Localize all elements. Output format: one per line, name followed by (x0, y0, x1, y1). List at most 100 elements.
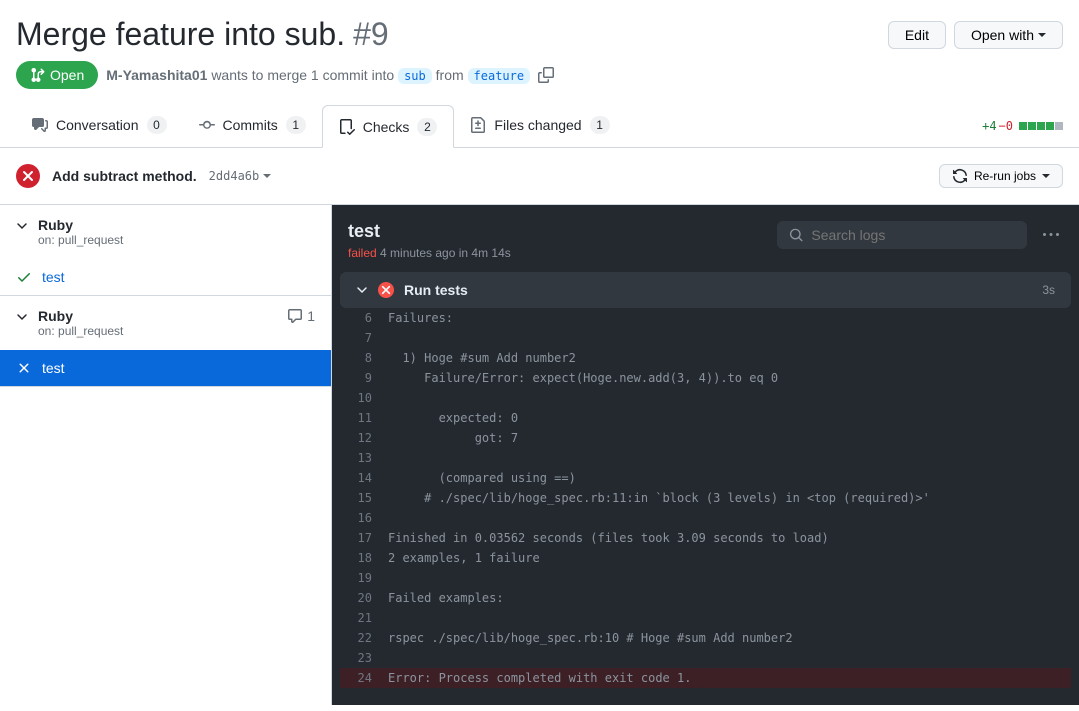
comment-discussion-icon (32, 117, 48, 133)
search-logs-input[interactable] (811, 227, 1015, 243)
search-logs[interactable] (777, 221, 1027, 249)
line-number: 15 (340, 488, 388, 508)
step-name: Run tests (404, 282, 468, 298)
step-duration: 3s (1042, 283, 1055, 297)
tab-checks[interactable]: Checks 2 (322, 105, 455, 148)
workflow-trigger: on: pull_request (38, 324, 123, 338)
log-line: 17Finished in 0.03562 seconds (files too… (340, 528, 1071, 548)
workflow-header-2[interactable]: Ruby on: pull_request 1 (0, 296, 331, 350)
chevron-down-icon (16, 220, 28, 232)
line-number: 12 (340, 428, 388, 448)
log-lines[interactable]: 6Failures:78 1) Hoge #sum Add number29 F… (340, 308, 1071, 696)
line-content: Failure/Error: expect(Hoge.new.add(3, 4)… (388, 368, 778, 388)
log-status: failed 4 minutes ago in 4m 14s (348, 246, 511, 260)
diffstat: +4 −0 (982, 119, 1063, 133)
log-line: 9 Failure/Error: expect(Hoge.new.add(3, … (340, 368, 1071, 388)
commits-count: 1 (286, 116, 306, 134)
line-content: # ./spec/lib/hoge_spec.rb:11:in `block (… (388, 488, 930, 508)
line-number: 21 (340, 608, 388, 628)
line-number: 17 (340, 528, 388, 548)
edit-button[interactable]: Edit (888, 21, 946, 49)
rerun-jobs-button[interactable]: Re-run jobs (939, 164, 1063, 188)
log-line: 8 1) Hoge #sum Add number2 (340, 348, 1071, 368)
tab-conversation[interactable]: Conversation 0 (16, 105, 183, 147)
caret-down-icon (1042, 172, 1050, 180)
diff-additions: +4 (982, 119, 996, 133)
log-line: 22rspec ./spec/lib/hoge_spec.rb:10 # Hog… (340, 628, 1071, 648)
chevron-down-icon (16, 311, 28, 323)
state-badge: Open (16, 61, 98, 89)
line-content: 2 examples, 1 failure (388, 548, 540, 568)
open-with-button[interactable]: Open with (954, 21, 1063, 49)
line-number: 20 (340, 588, 388, 608)
line-number: 10 (340, 388, 388, 408)
kebab-menu[interactable] (1039, 223, 1063, 247)
tab-checks-label: Checks (363, 119, 410, 135)
checks-count: 2 (417, 118, 437, 136)
log-area: test failed 4 minutes ago in 4m 14s Run (332, 205, 1079, 705)
author-link[interactable]: M-Yamashita01 (106, 67, 207, 83)
log-line: 182 examples, 1 failure (340, 548, 1071, 568)
job-name: test (42, 360, 65, 376)
caret-down-icon (1038, 31, 1046, 39)
log-line: 19 (340, 568, 1071, 588)
line-number: 19 (340, 568, 388, 588)
diff-deletions: −0 (999, 119, 1013, 133)
tab-files-label: Files changed (494, 117, 581, 133)
log-line: 21 (340, 608, 1071, 628)
tab-files[interactable]: Files changed 1 (454, 105, 625, 147)
comment-icon (287, 308, 303, 324)
line-number: 11 (340, 408, 388, 428)
log-line: 10 (340, 388, 1071, 408)
git-commit-icon (199, 117, 215, 133)
commit-title: Add subtract method. (52, 168, 197, 184)
log-line: 20Failed examples: (340, 588, 1071, 608)
log-line: 6Failures: (340, 308, 1071, 328)
pr-title-text: Merge feature into sub. (16, 16, 345, 53)
workflow-header-1[interactable]: Ruby on: pull_request (0, 205, 331, 259)
line-content: (compared using ==) (388, 468, 576, 488)
job-name: test (42, 269, 65, 285)
rerun-label: Re-run jobs (974, 169, 1036, 183)
merge-text-1: wants to merge 1 commit into (211, 67, 394, 83)
copy-icon[interactable] (538, 67, 554, 83)
sync-icon (952, 168, 968, 184)
pr-title: Merge feature into sub. #9 (16, 16, 389, 53)
checklist-icon (339, 119, 355, 135)
log-line: 13 (340, 448, 1071, 468)
merge-text-2: from (436, 67, 464, 83)
tab-commits-label: Commits (223, 117, 278, 133)
sidebar-job-test-success[interactable]: test (0, 259, 331, 295)
file-diff-icon (470, 117, 486, 133)
step-header[interactable]: Run tests 3s (340, 272, 1071, 308)
annotation-count[interactable]: 1 (287, 308, 315, 324)
head-branch[interactable]: feature (468, 68, 531, 84)
log-status-time: 4 minutes ago in 4m 14s (377, 246, 511, 260)
files-count: 1 (590, 116, 610, 134)
commit-sha-text: 2dd4a6b (209, 169, 260, 183)
line-content: Failures: (388, 308, 453, 328)
log-line: 11 expected: 0 (340, 408, 1071, 428)
log-line: 16 (340, 508, 1071, 528)
line-number: 7 (340, 328, 388, 348)
log-line: 14 (compared using ==) (340, 468, 1071, 488)
commit-sha[interactable]: 2dd4a6b (209, 169, 272, 183)
line-number: 24 (340, 668, 388, 688)
line-number: 9 (340, 368, 388, 388)
log-status-failed: failed (348, 246, 377, 260)
search-icon (789, 227, 803, 243)
base-branch[interactable]: sub (398, 68, 432, 84)
sidebar-job-test-failure[interactable]: test (0, 350, 331, 386)
line-number: 13 (340, 448, 388, 468)
log-line: 15 # ./spec/lib/hoge_spec.rb:11:in `bloc… (340, 488, 1071, 508)
tab-commits[interactable]: Commits 1 (183, 105, 322, 147)
chevron-down-icon (356, 284, 368, 296)
diffbar (1019, 122, 1063, 130)
line-number: 16 (340, 508, 388, 528)
log-line: 23 (340, 648, 1071, 668)
pr-number: #9 (353, 16, 389, 53)
conversation-count: 0 (147, 116, 167, 134)
merge-description: M-Yamashita01 wants to merge 1 commit in… (106, 67, 530, 83)
line-content: Error: Process completed with exit code … (388, 668, 691, 688)
log-title: test (348, 221, 511, 242)
